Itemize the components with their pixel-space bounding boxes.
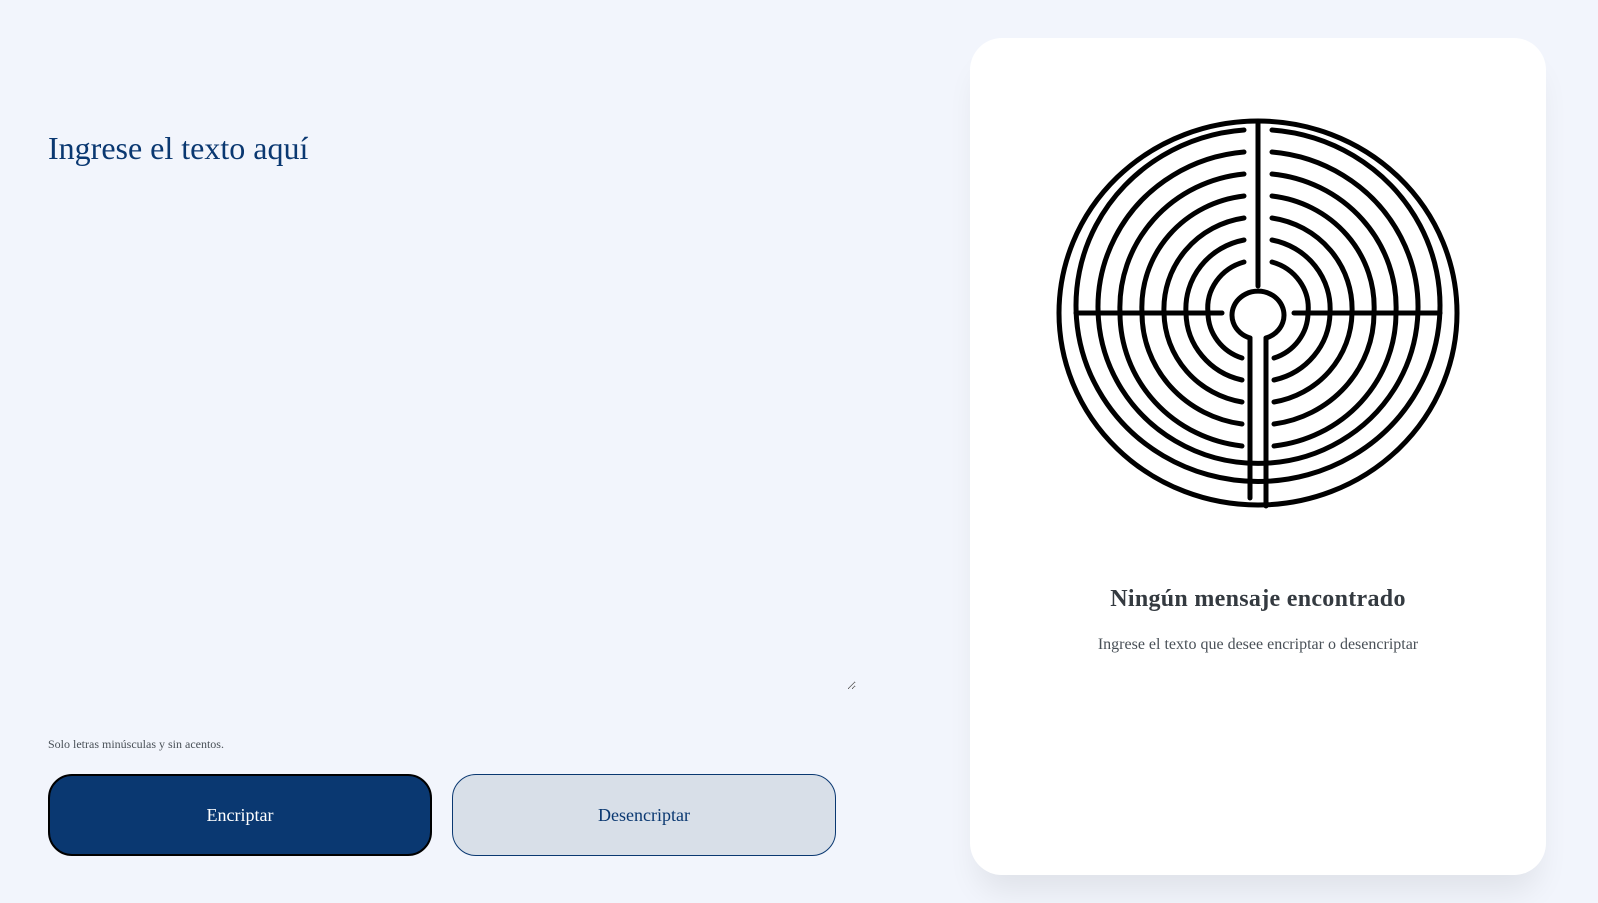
labyrinth-icon xyxy=(1056,118,1460,509)
empty-message-subtitle: Ingrese el texto que desee encriptar o d… xyxy=(1097,636,1419,653)
page: Solo letras minúsculas y sin acentos. En… xyxy=(0,0,1598,903)
input-hint: Solo letras minúsculas y sin acentos. xyxy=(48,737,224,751)
output-panel: Ningún mensaje encontrado Ingrese el tex… xyxy=(970,38,1546,875)
empty-message-title: Ningún mensaje encontrado xyxy=(1110,586,1406,612)
encrypt-button[interactable]: Encriptar xyxy=(48,774,432,856)
decrypt-button[interactable]: Desencriptar xyxy=(452,774,836,856)
text-input[interactable] xyxy=(48,130,856,690)
